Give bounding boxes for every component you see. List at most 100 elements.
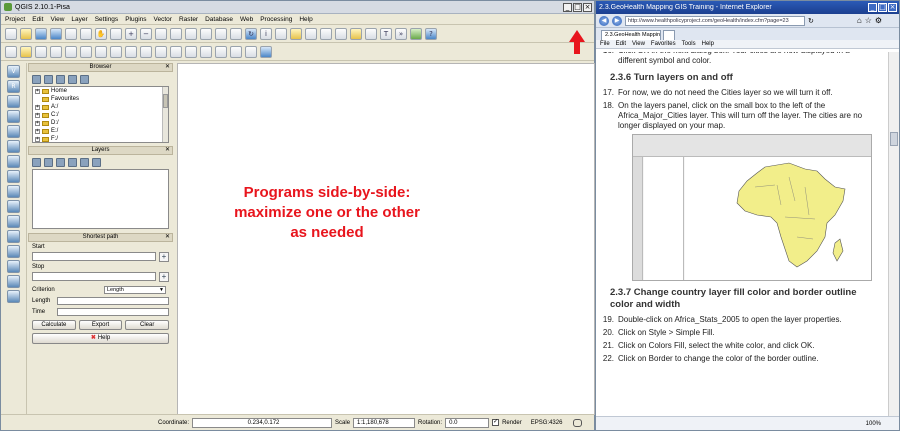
add-wfs-layer-icon[interactable] bbox=[7, 200, 20, 213]
annotation-icon[interactable] bbox=[365, 27, 377, 40]
add-db2-layer-icon[interactable] bbox=[7, 155, 20, 168]
tools-gear-icon[interactable]: ⚙ bbox=[875, 16, 882, 25]
close-icon[interactable]: ✕ bbox=[165, 234, 170, 241]
address-input[interactable]: http://www.healthpolicyproject.com/geoHe… bbox=[625, 15, 805, 26]
bookmark-icon[interactable] bbox=[350, 27, 362, 40]
move-feature-icon[interactable] bbox=[65, 45, 77, 58]
composer-manager-icon[interactable] bbox=[80, 27, 92, 40]
layer-styling-icon[interactable] bbox=[32, 157, 41, 167]
add-wcs-layer-icon[interactable] bbox=[7, 185, 20, 198]
text-annotation-icon[interactable]: T bbox=[380, 27, 392, 40]
add-delimited-text-icon[interactable] bbox=[7, 215, 20, 228]
remove-layer-icon[interactable] bbox=[92, 157, 101, 167]
zoom-full-icon[interactable] bbox=[170, 27, 182, 40]
menu-layer[interactable]: Layer bbox=[71, 16, 87, 23]
scrollbar-thumb[interactable] bbox=[890, 132, 898, 146]
ie-menu-view[interactable]: View bbox=[632, 41, 645, 47]
back-icon[interactable]: ◀ bbox=[599, 15, 609, 26]
select-features-icon[interactable] bbox=[275, 27, 287, 40]
scale-field[interactable]: 1:1,180,678 bbox=[353, 417, 416, 428]
zoom-actual-icon[interactable] bbox=[155, 27, 167, 40]
menu-database[interactable]: Database bbox=[205, 16, 233, 23]
menu-view[interactable]: View bbox=[50, 16, 64, 23]
zoom-out-icon[interactable]: − bbox=[140, 27, 152, 40]
label-tool-icon[interactable] bbox=[155, 45, 167, 58]
add-spatialite-layer-icon[interactable] bbox=[7, 110, 20, 123]
ie-menu-favorites[interactable]: Favorites bbox=[651, 41, 676, 47]
expand-icon[interactable]: + bbox=[35, 112, 40, 118]
render-checkbox[interactable]: ✓ bbox=[492, 419, 500, 426]
add-oracle-layer-icon[interactable] bbox=[7, 140, 20, 153]
menu-help[interactable]: Help bbox=[299, 16, 312, 23]
copy-features-icon[interactable] bbox=[125, 45, 137, 58]
identify-icon[interactable]: i bbox=[260, 27, 272, 40]
cut-features-icon[interactable] bbox=[110, 45, 122, 58]
tree-item[interactable]: Favourites bbox=[33, 95, 168, 103]
deselect-icon[interactable] bbox=[290, 27, 302, 40]
calculate-button[interactable]: Calculate bbox=[32, 320, 76, 330]
menu-raster[interactable]: Raster bbox=[179, 16, 198, 23]
open-project-icon[interactable] bbox=[20, 27, 32, 40]
close-button[interactable]: × bbox=[583, 2, 592, 12]
expand-icon[interactable]: + bbox=[35, 104, 40, 110]
pin-labels-icon[interactable] bbox=[170, 45, 182, 58]
add-wms-layer-icon[interactable] bbox=[7, 170, 20, 183]
export-button[interactable]: Export bbox=[78, 320, 123, 330]
close-button[interactable]: × bbox=[888, 3, 897, 12]
close-icon[interactable]: ✕ bbox=[165, 64, 170, 71]
csw-icon[interactable] bbox=[245, 45, 257, 58]
zoom-next-icon[interactable] bbox=[230, 27, 242, 40]
refresh-icon[interactable]: ↻ bbox=[245, 27, 257, 40]
menu-web[interactable]: Web bbox=[240, 16, 253, 23]
qgis-titlebar[interactable]: QGIS 2.10.1-Pisa _ □ × bbox=[1, 1, 594, 14]
criterion-select[interactable]: Length ▼ bbox=[104, 285, 166, 294]
python-console-icon[interactable] bbox=[260, 45, 272, 58]
add-mssql-layer-icon[interactable] bbox=[7, 125, 20, 138]
show-labels-icon[interactable] bbox=[185, 45, 197, 58]
save-edits-icon[interactable] bbox=[35, 45, 47, 58]
expand-icon[interactable]: + bbox=[35, 136, 40, 142]
zoom-level[interactable]: 100% bbox=[866, 421, 881, 427]
pan-to-selection-icon[interactable] bbox=[110, 27, 122, 40]
add-feature-icon[interactable] bbox=[50, 45, 62, 58]
start-capture-button[interactable]: + bbox=[159, 251, 169, 262]
menu-edit[interactable]: Edit bbox=[32, 16, 43, 23]
refresh-icon[interactable]: ↻ bbox=[808, 17, 814, 25]
expand-icon[interactable]: + bbox=[35, 120, 40, 126]
filter-legend-icon[interactable] bbox=[56, 157, 65, 167]
add-raster-layer-icon[interactable]: R bbox=[7, 80, 20, 93]
save-as-icon[interactable] bbox=[50, 27, 62, 40]
menu-project[interactable]: Project bbox=[5, 16, 25, 23]
refresh-icon[interactable] bbox=[44, 74, 53, 84]
start-input[interactable] bbox=[32, 252, 156, 261]
tree-item[interactable]: + Home bbox=[33, 87, 168, 95]
browser-scrollbar[interactable] bbox=[162, 87, 168, 142]
menu-settings[interactable]: Settings bbox=[95, 16, 119, 23]
new-tab-button[interactable] bbox=[663, 30, 675, 40]
new-print-composer-icon[interactable] bbox=[65, 27, 77, 40]
ie-menu-tools[interactable]: Tools bbox=[682, 41, 696, 47]
menu-processing[interactable]: Processing bbox=[260, 16, 292, 23]
restore-button[interactable]: □ bbox=[573, 2, 582, 12]
home-icon[interactable]: ⌂ bbox=[857, 16, 862, 25]
minimize-button[interactable]: _ bbox=[868, 3, 877, 12]
tree-item[interactable]: + A:/ bbox=[33, 103, 168, 111]
ie-menu-edit[interactable]: Edit bbox=[616, 41, 626, 47]
expand-icon[interactable]: + bbox=[35, 88, 40, 94]
georeferencer-icon[interactable] bbox=[7, 290, 20, 303]
move-label-icon[interactable] bbox=[200, 45, 212, 58]
toolbar-overflow-icon[interactable]: » bbox=[395, 27, 407, 40]
paste-features-icon[interactable] bbox=[140, 45, 152, 58]
measure-icon[interactable] bbox=[320, 27, 332, 40]
length-field[interactable] bbox=[57, 296, 169, 305]
menu-vector[interactable]: Vector bbox=[154, 16, 172, 23]
ie-tab-active[interactable]: 2.3.GeoHealth Mapping GIS ... bbox=[601, 30, 661, 40]
ie-menu-file[interactable]: File bbox=[600, 41, 610, 47]
new-spatialite-icon[interactable] bbox=[7, 245, 20, 258]
forward-icon[interactable]: ▶ bbox=[612, 15, 622, 26]
filter-icon[interactable] bbox=[56, 74, 65, 84]
close-icon[interactable]: ✕ bbox=[165, 147, 170, 154]
crs-status[interactable]: EPSG:4326 bbox=[531, 420, 563, 426]
pan-icon[interactable]: ✋ bbox=[95, 27, 107, 40]
new-shapefile-icon[interactable] bbox=[7, 230, 20, 243]
